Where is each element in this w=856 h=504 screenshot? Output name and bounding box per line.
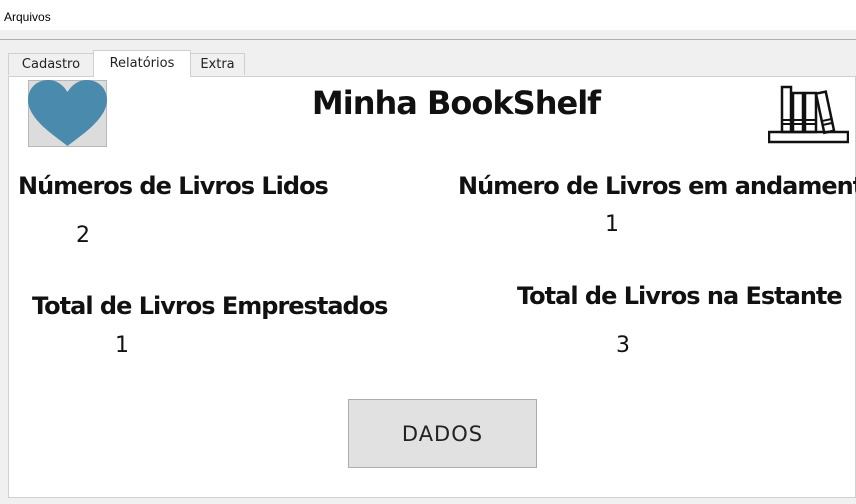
menu-bar: Arquivos	[0, 0, 856, 31]
bookshelf-icon	[768, 85, 849, 144]
page-title: Minha BookShelf	[311, 84, 601, 122]
books-in-progress-value: 1	[605, 212, 619, 237]
tab-extra[interactable]: Extra	[190, 53, 245, 75]
books-lent-value: 1	[115, 333, 129, 358]
books-on-shelf-value: 3	[616, 333, 630, 358]
books-read-label: Números de Livros Lidos	[18, 172, 329, 200]
dados-button[interactable]: DADOS	[348, 399, 537, 468]
tab-cadastro[interactable]: Cadastro	[8, 53, 94, 75]
menu-separator	[0, 39, 856, 40]
menu-arquivos[interactable]: Arquivos	[4, 10, 51, 24]
books-read-value: 2	[76, 223, 90, 248]
books-in-progress-label: Número de Livros em andamento	[458, 172, 856, 200]
books-on-shelf-label: Total de Livros na Estante	[517, 282, 843, 310]
books-lent-label: Total de Livros Emprestados	[32, 292, 388, 320]
tab-relatorios[interactable]: Relatórios	[93, 50, 191, 77]
